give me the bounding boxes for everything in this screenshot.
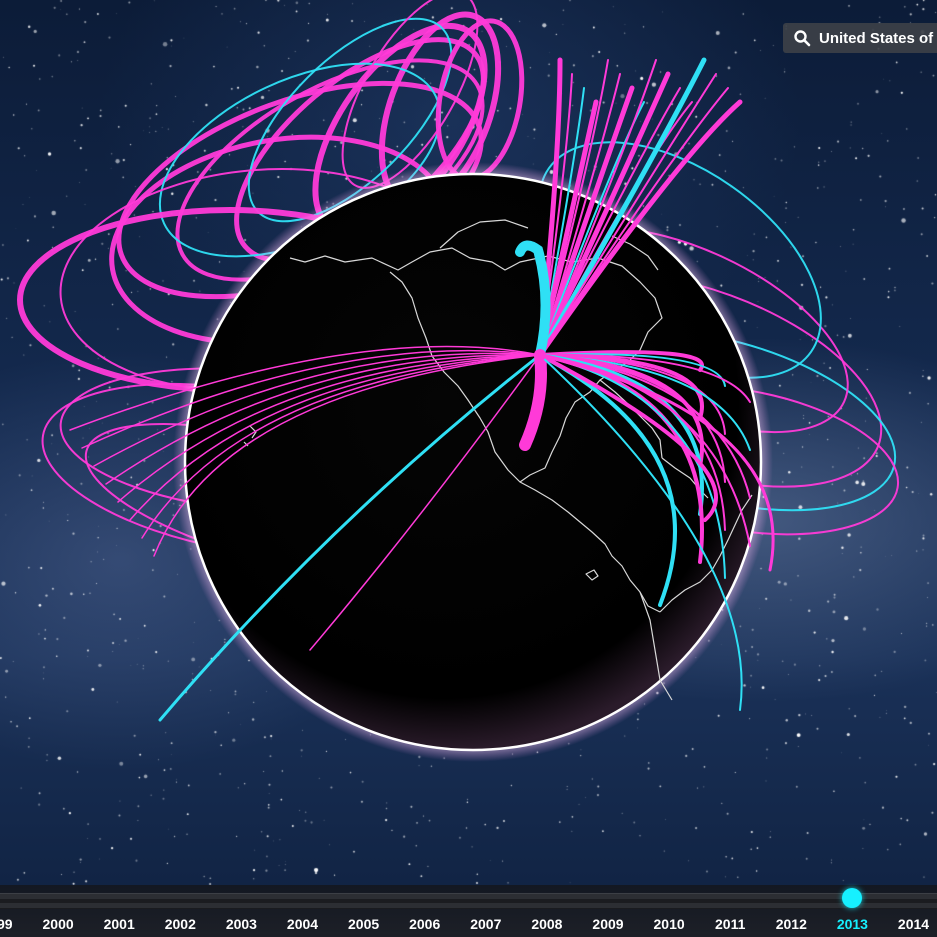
timeline-year-2003[interactable]: 2003 [216,916,266,932]
globe-sphere[interactable] [183,172,763,752]
globe-view[interactable] [0,0,937,937]
timeline-year-2004[interactable]: 2004 [278,916,328,932]
timeline-year-2001[interactable]: 2001 [94,916,144,932]
timeline-year-2008[interactable]: 2008 [522,916,572,932]
timeline-year-2009[interactable]: 2009 [583,916,633,932]
timeline-year-2013[interactable]: 2013 [827,916,877,932]
search-icon [793,29,811,47]
timeline-year-2014[interactable]: 2014 [889,916,937,932]
timeline-year-2012[interactable]: 2012 [766,916,816,932]
timeline-year-2007[interactable]: 2007 [461,916,511,932]
timeline-year-2002[interactable]: 2002 [155,916,205,932]
timeline-year-2011[interactable]: 2011 [705,916,755,932]
timeline-year-1999[interactable]: 1999 [0,916,22,932]
year-timeline[interactable]: 1999 2000 2001 2002 2003 2004 2005 2006 2007 2008… [0,885,937,937]
country-search-box[interactable]: United States of [783,23,937,53]
timeline-year-2006[interactable]: 2006 [400,916,450,932]
timeline-year-2010[interactable]: 2010 [644,916,694,932]
origin-point-marker[interactable] [534,349,546,361]
timeline-track[interactable] [0,893,937,909]
timeline-line [0,899,937,903]
timeline-year-2000[interactable]: 2000 [33,916,83,932]
timeline-year-2005[interactable]: 2005 [339,916,389,932]
search-input-value[interactable]: United States of [819,30,933,47]
globe-visualization-stage: United States of 1999 2000 2001 2002 2003 200… [0,0,937,937]
